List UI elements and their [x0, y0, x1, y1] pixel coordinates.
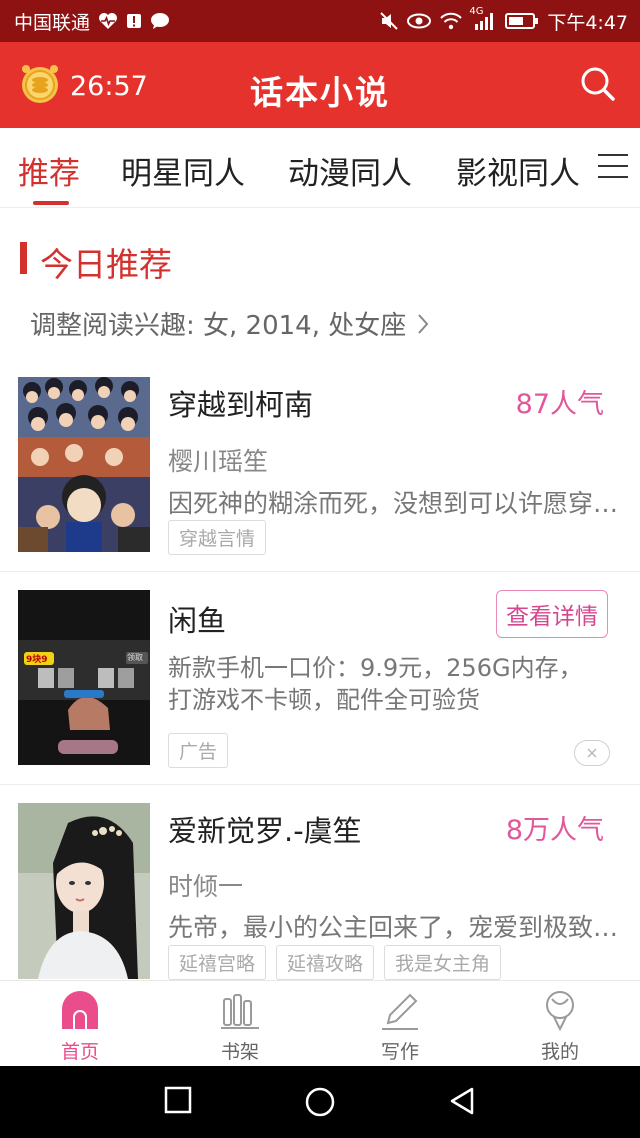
section-marker: [20, 242, 27, 274]
book-description: 因死神的糊涂而死，没想到可以许愿穿越到柯南的世界: [168, 489, 623, 518]
ad-title: 闲鱼: [168, 604, 227, 638]
eye-icon: [407, 13, 432, 29]
bookshelf-icon: [221, 994, 259, 1029]
book-title: 爱新觉罗.-虞笙: [168, 814, 362, 848]
book-tags: 延禧宫略 延禧攻略 我是女主角: [168, 945, 502, 980]
home-icon: [62, 991, 98, 1029]
tab-film-fanfic[interactable]: 影视同人: [456, 148, 580, 193]
book-title: 穿越到柯南: [168, 388, 314, 422]
clock: 下午4:47: [547, 11, 628, 34]
ad-image: 9块9 领取: [18, 590, 150, 765]
nav-home-label: 首页: [60, 1041, 99, 1063]
adjust-interest-link[interactable]: 调整阅读兴趣: 女, 2014, 处女座: [30, 305, 430, 342]
profile-icon: [546, 991, 574, 1032]
network-type: 4G: [469, 6, 484, 17]
nav-write[interactable]: 写作: [350, 989, 450, 1064]
mute-icon: [379, 11, 399, 31]
section-title: 今日推荐: [40, 245, 172, 284]
circle-icon: [305, 1087, 335, 1117]
tab-recommend[interactable]: 推荐: [18, 148, 80, 193]
recent-apps-button[interactable]: [164, 1086, 192, 1118]
heart-rate-icon: [98, 12, 118, 30]
book-description: 先帝，最小的公主回来了，宠爱到极致的她: [168, 913, 623, 942]
wifi-icon: [439, 12, 463, 30]
bottom-navigation: 首页 书架 写作 我的: [0, 980, 640, 1066]
book-tag[interactable]: 穿越言情: [168, 520, 267, 555]
category-tabs: 推荐 明星同人 动漫同人 影视同人: [0, 128, 640, 208]
back-button[interactable]: [448, 1086, 476, 1120]
book-popularity: 8万人气: [505, 815, 604, 846]
close-ad-button[interactable]: [574, 740, 610, 766]
pencil-icon: [382, 993, 418, 1030]
ad-badge-wrap: 广告: [168, 733, 229, 768]
book-cover: [18, 803, 150, 979]
category-menu-button[interactable]: [598, 154, 628, 182]
divider: [0, 784, 640, 785]
nav-profile-label: 我的: [540, 1041, 579, 1063]
nav-profile[interactable]: 我的: [510, 989, 610, 1064]
book-popularity: 87人气: [515, 389, 604, 420]
book-tag[interactable]: 我是女主角: [384, 945, 502, 980]
signal-icon: 4G: [469, 6, 497, 30]
ad-badge: 广告: [168, 733, 229, 768]
active-tab-indicator: [33, 201, 69, 205]
book-author: 时倾一: [168, 872, 244, 901]
divider: [0, 571, 640, 572]
battery-icon: [505, 13, 539, 29]
nav-bookshelf[interactable]: 书架: [190, 989, 290, 1064]
close-icon: [587, 748, 597, 758]
ad-image-label-right: 领取: [127, 653, 143, 662]
view-details-button[interactable]: 查看详情: [496, 590, 608, 638]
system-navigation-bar: [0, 1066, 640, 1138]
message-icon: [150, 12, 170, 30]
book-cover: [18, 377, 150, 552]
book-tag[interactable]: 延禧攻略: [276, 945, 375, 980]
chevron-right-icon: [418, 313, 429, 334]
tab-anime-fanfic[interactable]: 动漫同人: [288, 148, 412, 193]
ad-description-line1: 新款手机一口价：9.9元，256G内存，: [168, 654, 583, 682]
search-icon: [581, 67, 615, 101]
book-tags: 穿越言情: [168, 520, 267, 555]
ad-image-label-left: 9块9: [26, 655, 48, 665]
app-title: 话本小说: [250, 73, 390, 112]
ad-description-line2: 打游戏不卡顿，配件全可验货: [168, 686, 480, 714]
carrier-label: 中国联通: [14, 11, 91, 34]
nav-write-label: 写作: [380, 1041, 419, 1063]
square-icon: [164, 1086, 192, 1114]
home-system-button[interactable]: [304, 1086, 336, 1122]
search-button[interactable]: [578, 64, 618, 104]
nav-home[interactable]: 首页: [30, 989, 130, 1064]
book-tag[interactable]: 延禧宫略: [168, 945, 267, 980]
nav-bookshelf-label: 书架: [220, 1041, 259, 1063]
alert-icon: [126, 12, 142, 30]
tab-celebrity-fanfic[interactable]: 明星同人: [121, 148, 245, 193]
interest-text: 调整阅读兴趣: 女, 2014, 处女座: [30, 311, 407, 341]
status-bar: 中国联通 4G 下午4:47: [0, 0, 640, 42]
book-author: 樱川瑶笙: [168, 447, 269, 476]
app-header: 26:57 话本小说: [0, 42, 640, 128]
back-triangle-icon: [450, 1087, 474, 1115]
